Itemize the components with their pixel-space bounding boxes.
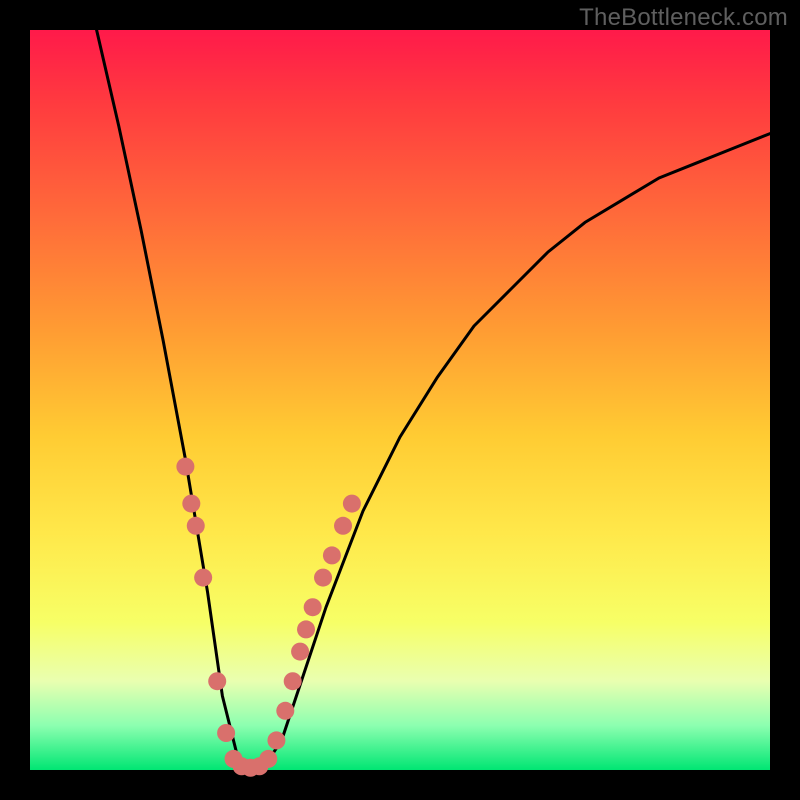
highlight-dot — [187, 517, 205, 535]
chart-svg — [30, 30, 770, 770]
highlight-dots — [176, 458, 361, 777]
highlight-dot — [297, 620, 315, 638]
highlight-dot — [323, 546, 341, 564]
highlight-dot — [208, 672, 226, 690]
highlight-dot — [291, 643, 309, 661]
highlight-dot — [176, 458, 194, 476]
highlight-dot — [334, 517, 352, 535]
watermark-text: TheBottleneck.com — [579, 4, 788, 32]
highlight-dot — [284, 672, 302, 690]
bottleneck-curve — [97, 30, 770, 770]
highlight-dot — [343, 495, 361, 513]
highlight-dot — [259, 750, 277, 768]
curve-path — [97, 30, 770, 770]
highlight-dot — [276, 702, 294, 720]
chart-frame: TheBottleneck.com — [0, 0, 800, 800]
highlight-dot — [182, 495, 200, 513]
highlight-dot — [217, 724, 235, 742]
highlight-dot — [314, 569, 332, 587]
highlight-dot — [267, 731, 285, 749]
plot-area — [30, 30, 770, 770]
highlight-dot — [304, 598, 322, 616]
highlight-dot — [194, 569, 212, 587]
